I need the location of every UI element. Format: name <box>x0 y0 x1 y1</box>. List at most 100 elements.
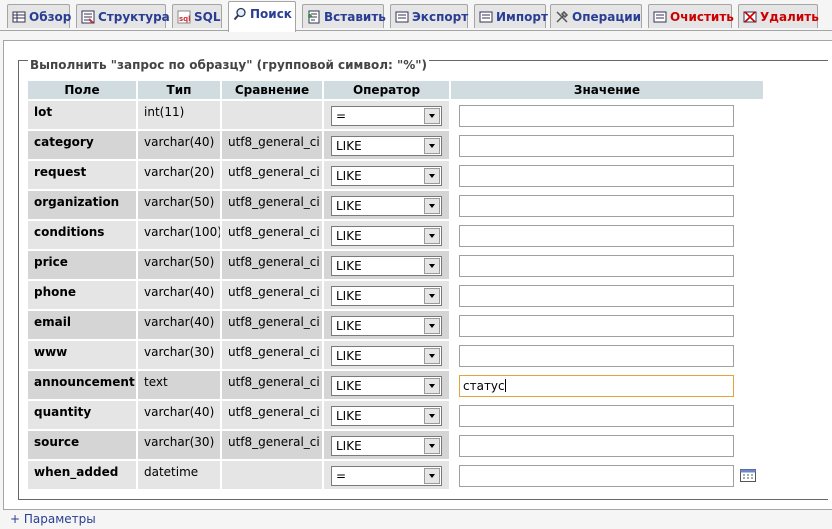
field-name: organization <box>28 191 136 219</box>
field-name: when_added <box>28 461 136 489</box>
field-name: phone <box>28 281 136 309</box>
field-name: email <box>28 311 136 339</box>
operator-cell: LIKE <box>324 161 449 189</box>
field-collation: utf8_general_ci <box>222 131 322 159</box>
operator-cell: LIKE <box>324 221 449 249</box>
chevron-down-icon[interactable] <box>424 108 440 124</box>
operator-value: LIKE <box>336 379 362 393</box>
field-type: varchar(40) <box>138 281 220 309</box>
chevron-down-icon[interactable] <box>424 228 440 244</box>
field-name: source <box>28 431 136 459</box>
operator-value: LIKE <box>336 199 362 213</box>
table-row: phone varchar(40) utf8_general_ci LIKE <box>28 281 763 309</box>
value-input[interactable] <box>459 435 734 457</box>
operator-select[interactable]: LIKE <box>331 406 442 426</box>
sql-icon: sql <box>177 10 191 23</box>
value-input[interactable]: статус <box>459 375 734 397</box>
operator-select[interactable]: LIKE <box>331 436 442 456</box>
chevron-down-icon[interactable] <box>424 468 440 484</box>
value-input[interactable] <box>459 405 734 427</box>
tab-browse[interactable]: Обзор <box>7 4 71 28</box>
chevron-down-icon[interactable] <box>424 258 440 274</box>
operator-cell: = <box>324 101 449 129</box>
value-input[interactable] <box>459 105 734 127</box>
operator-select[interactable]: = <box>331 466 442 486</box>
operator-select[interactable]: LIKE <box>331 226 442 246</box>
chevron-down-icon[interactable] <box>424 288 440 304</box>
operator-value: LIKE <box>336 169 362 183</box>
calendar-icon[interactable] <box>740 469 756 482</box>
value-input[interactable] <box>459 135 734 157</box>
chevron-down-icon[interactable] <box>424 318 440 334</box>
value-input[interactable] <box>459 165 734 187</box>
value-input[interactable] <box>459 225 734 247</box>
tab-import[interactable]: Импорт <box>474 4 548 28</box>
table-row: www varchar(30) utf8_general_ci LIKE <box>28 341 763 369</box>
operator-select[interactable]: LIKE <box>331 286 442 306</box>
operator-select[interactable]: LIKE <box>331 376 442 396</box>
operator-select[interactable]: = <box>331 106 442 126</box>
drop-icon <box>743 10 757 23</box>
tab-label: Поиск <box>250 7 292 21</box>
operator-select[interactable]: LIKE <box>331 256 442 276</box>
field-collation: utf8_general_ci <box>222 371 322 399</box>
search-icon <box>233 7 246 21</box>
value-input[interactable] <box>459 195 734 217</box>
value-input[interactable] <box>459 285 734 307</box>
insert-icon <box>308 10 320 23</box>
tab-empty[interactable]: Очистить <box>648 4 734 28</box>
value-input[interactable] <box>459 255 734 277</box>
table-row: source varchar(30) utf8_general_ci LIKE <box>28 431 763 459</box>
chevron-down-icon[interactable] <box>424 168 440 184</box>
operator-value: = <box>336 469 347 483</box>
operator-cell: LIKE <box>324 191 449 219</box>
tab-insert[interactable]: Вставить <box>302 4 386 28</box>
chevron-down-icon[interactable] <box>424 138 440 154</box>
tab-operations[interactable]: Операции <box>550 4 642 28</box>
tab-sql[interactable]: sql SQL <box>172 4 222 28</box>
tab-drop[interactable]: Удалить <box>738 4 819 28</box>
field-type: int(11) <box>138 101 220 129</box>
field-name: announcement <box>28 371 136 399</box>
tab-structure[interactable]: Структура <box>76 4 170 28</box>
value-input[interactable] <box>459 345 734 367</box>
header-operator: Оператор <box>324 81 449 99</box>
tab-export[interactable]: Экспорт <box>390 4 468 28</box>
operator-value: = <box>336 109 347 123</box>
operations-icon <box>556 10 569 23</box>
operator-cell: LIKE <box>324 251 449 279</box>
table-row: announcement text utf8_general_ci LIKE стату… <box>28 371 763 399</box>
tab-search[interactable]: Поиск <box>228 1 296 32</box>
operator-select[interactable]: LIKE <box>331 316 442 336</box>
table-row: category varchar(40) utf8_general_ci LIKE <box>28 131 763 159</box>
value-input[interactable] <box>459 315 734 337</box>
chevron-down-icon[interactable] <box>424 348 440 364</box>
operator-value: LIKE <box>336 259 362 273</box>
tab-label: Экспорт <box>412 9 469 24</box>
operator-select[interactable]: LIKE <box>331 196 442 216</box>
chevron-down-icon[interactable] <box>424 438 440 454</box>
table-row: conditions varchar(100) utf8_general_ci LIK… <box>28 221 763 249</box>
value-cell <box>451 191 763 219</box>
operator-select[interactable]: LIKE <box>331 346 442 366</box>
operator-select[interactable]: LIKE <box>331 166 442 186</box>
chevron-down-icon[interactable] <box>424 378 440 394</box>
operator-select[interactable]: LIKE <box>331 136 442 156</box>
options-link[interactable]: + Параметры <box>10 512 96 526</box>
table-row: email varchar(40) utf8_general_ci LIKE <box>28 311 763 339</box>
operator-cell: LIKE <box>324 281 449 309</box>
tab-label: SQL <box>194 9 221 24</box>
field-collation: utf8_general_ci <box>222 431 322 459</box>
field-type: varchar(40) <box>138 401 220 429</box>
value-input[interactable] <box>459 465 734 487</box>
field-type: varchar(100) <box>138 221 220 249</box>
chevron-down-icon[interactable] <box>424 198 440 214</box>
field-name: www <box>28 341 136 369</box>
field-name: category <box>28 131 136 159</box>
field-type: text <box>138 371 220 399</box>
field-collation: utf8_general_ci <box>222 251 322 279</box>
value-cell <box>451 431 763 459</box>
chevron-down-icon[interactable] <box>424 408 440 424</box>
import-icon <box>479 11 493 22</box>
tab-label: Структура <box>98 9 170 24</box>
